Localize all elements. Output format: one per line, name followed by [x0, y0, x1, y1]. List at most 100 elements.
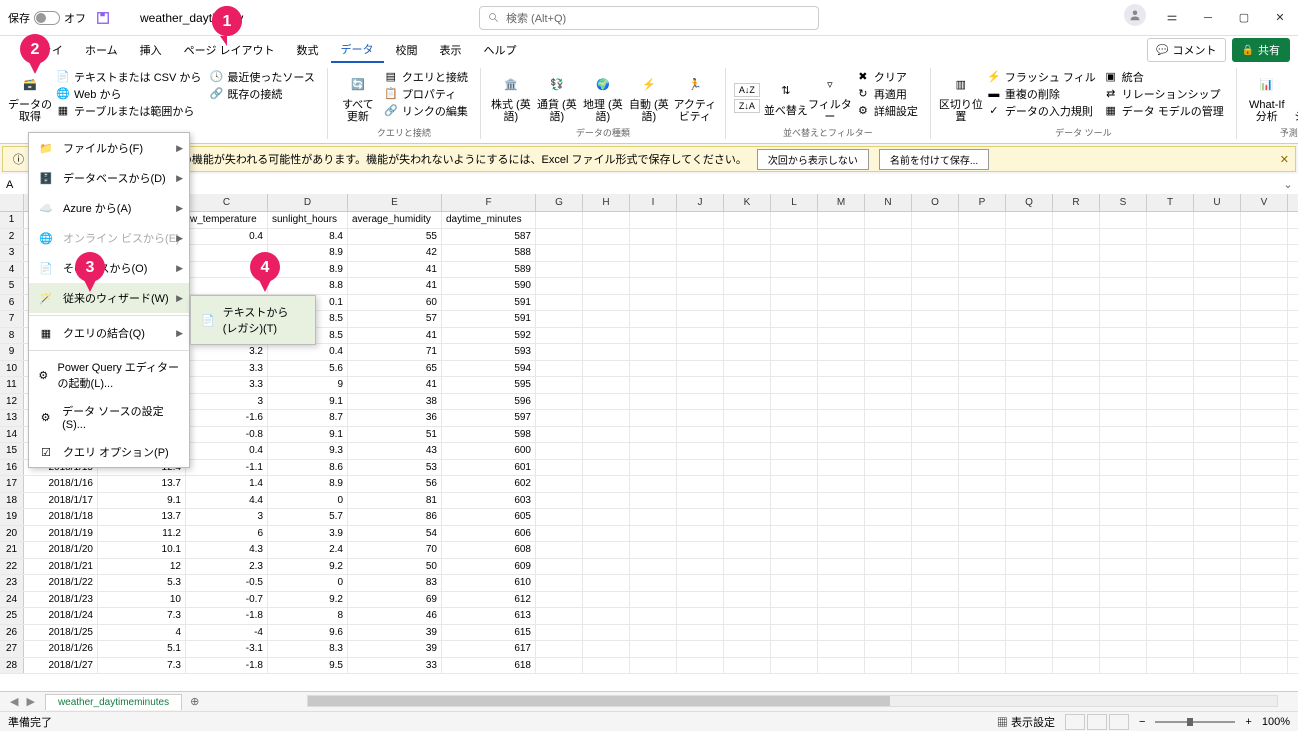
cell[interactable]: [536, 443, 583, 459]
cell[interactable]: 602: [442, 476, 536, 492]
display-settings-button[interactable]: ▦ 表示設定: [997, 714, 1055, 730]
cell[interactable]: [1241, 542, 1288, 558]
cell[interactable]: 39: [348, 625, 442, 641]
cell[interactable]: [630, 641, 677, 657]
cell[interactable]: [1147, 344, 1194, 360]
whatif-button[interactable]: 📊What-If 分析: [1245, 68, 1289, 128]
cell[interactable]: [583, 361, 630, 377]
row-header[interactable]: 16: [0, 460, 24, 476]
cell[interactable]: [1241, 245, 1288, 261]
cell[interactable]: [1194, 493, 1241, 509]
cell[interactable]: [818, 311, 865, 327]
cell[interactable]: [583, 608, 630, 624]
cell[interactable]: [630, 542, 677, 558]
cell[interactable]: [1147, 575, 1194, 591]
cell[interactable]: [536, 559, 583, 575]
cell[interactable]: [583, 509, 630, 525]
cell[interactable]: 5.3: [98, 575, 186, 591]
cell[interactable]: 591: [442, 311, 536, 327]
cell[interactable]: [536, 245, 583, 261]
cell[interactable]: [536, 394, 583, 410]
zoom-value[interactable]: 100%: [1262, 716, 1290, 728]
cell[interactable]: [1241, 262, 1288, 278]
cell[interactable]: [865, 344, 912, 360]
cell[interactable]: [724, 641, 771, 657]
cell[interactable]: [959, 658, 1006, 674]
cell[interactable]: [771, 476, 818, 492]
cell[interactable]: [1053, 311, 1100, 327]
cell[interactable]: [536, 493, 583, 509]
cell[interactable]: [724, 328, 771, 344]
next-icon[interactable]: ▶: [26, 695, 34, 708]
cell[interactable]: [818, 559, 865, 575]
cell[interactable]: [724, 394, 771, 410]
cell[interactable]: [1241, 361, 1288, 377]
cell[interactable]: [1053, 608, 1100, 624]
consolidate-button[interactable]: ▣統合: [1100, 68, 1228, 85]
cell[interactable]: [630, 658, 677, 674]
cell[interactable]: [1241, 410, 1288, 426]
cell[interactable]: 9: [268, 377, 348, 393]
cell[interactable]: [865, 493, 912, 509]
flash-fill-button[interactable]: ⚡フラッシュ フィル: [983, 68, 1100, 85]
cell[interactable]: [865, 328, 912, 344]
cell[interactable]: [771, 245, 818, 261]
currency-button[interactable]: 💱通貨 (英語): [535, 68, 579, 128]
cell[interactable]: [677, 212, 724, 228]
cell[interactable]: [959, 377, 1006, 393]
cell[interactable]: [724, 410, 771, 426]
cell[interactable]: [724, 592, 771, 608]
cell[interactable]: [724, 526, 771, 542]
cell[interactable]: [818, 427, 865, 443]
cell[interactable]: 57: [348, 311, 442, 327]
cell[interactable]: [818, 278, 865, 294]
cell[interactable]: [818, 377, 865, 393]
cell[interactable]: [1006, 542, 1053, 558]
cell[interactable]: [771, 344, 818, 360]
cell[interactable]: [630, 526, 677, 542]
cell[interactable]: [959, 278, 1006, 294]
cell[interactable]: [536, 625, 583, 641]
sort-button[interactable]: ⇅並べ替え: [764, 68, 808, 128]
cell[interactable]: [912, 328, 959, 344]
cell[interactable]: [959, 493, 1006, 509]
select-all-corner[interactable]: [0, 194, 24, 211]
cell[interactable]: 600: [442, 443, 536, 459]
cell[interactable]: [1100, 377, 1147, 393]
menu-from-file[interactable]: 📁ファイルから(F)▶: [29, 133, 189, 163]
cell[interactable]: [677, 460, 724, 476]
cell[interactable]: 591: [442, 295, 536, 311]
cell[interactable]: [1241, 278, 1288, 294]
cell[interactable]: [536, 262, 583, 278]
cell[interactable]: 618: [442, 658, 536, 674]
cell[interactable]: [1194, 361, 1241, 377]
cell[interactable]: [771, 427, 818, 443]
cell[interactable]: [912, 658, 959, 674]
cell[interactable]: [630, 311, 677, 327]
cell[interactable]: [1053, 394, 1100, 410]
cell[interactable]: [959, 625, 1006, 641]
reapply-button[interactable]: ↻再適用: [852, 85, 922, 102]
cell[interactable]: [771, 460, 818, 476]
cell[interactable]: [771, 377, 818, 393]
cell[interactable]: [1100, 592, 1147, 608]
cell[interactable]: [1194, 460, 1241, 476]
cell[interactable]: [1053, 575, 1100, 591]
row-header[interactable]: 26: [0, 625, 24, 641]
cell[interactable]: [630, 262, 677, 278]
row-header[interactable]: 14: [0, 427, 24, 443]
cell[interactable]: [959, 460, 1006, 476]
menu-from-other[interactable]: 📄その ースから(O)▶: [29, 253, 189, 283]
cell[interactable]: [818, 344, 865, 360]
cell[interactable]: [912, 278, 959, 294]
cell[interactable]: 51: [348, 427, 442, 443]
row-header[interactable]: 4: [0, 262, 24, 278]
cell[interactable]: [1100, 311, 1147, 327]
cell[interactable]: [1194, 377, 1241, 393]
cell[interactable]: 2018/1/26: [24, 641, 98, 657]
cell[interactable]: 590: [442, 278, 536, 294]
zoom-slider[interactable]: [1155, 721, 1235, 723]
cell[interactable]: [536, 427, 583, 443]
cell[interactable]: [1100, 575, 1147, 591]
cell[interactable]: [771, 526, 818, 542]
